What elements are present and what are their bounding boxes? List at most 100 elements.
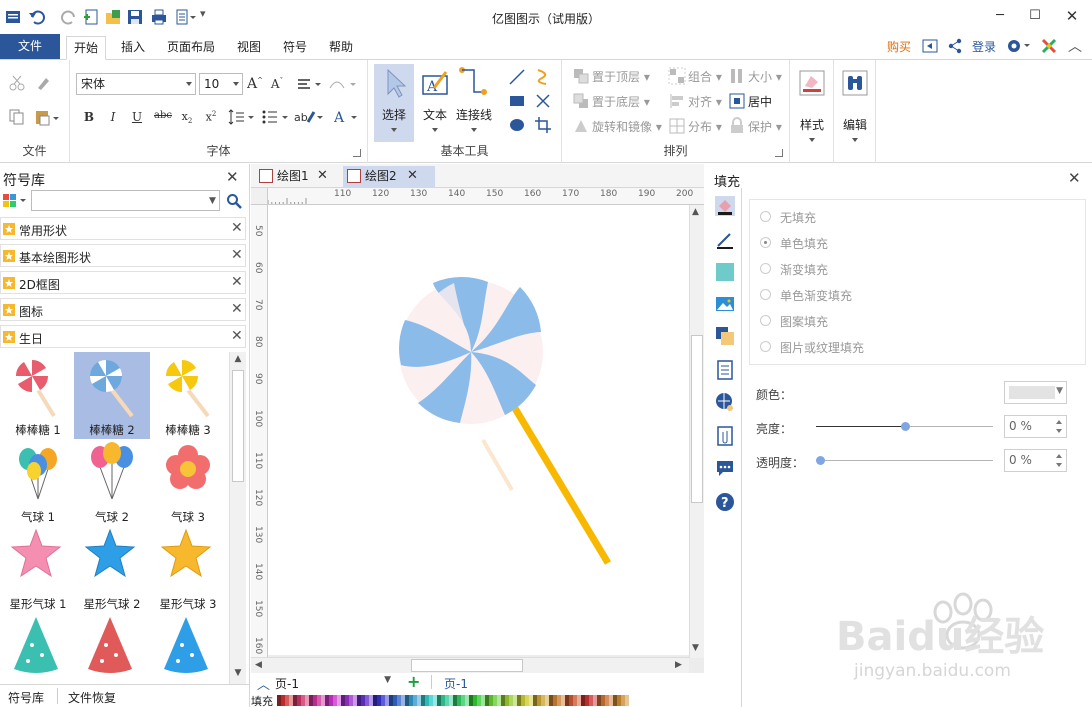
category-icons[interactable]: 图标 ✕ [0, 298, 246, 321]
shape-star-balloon-1[interactable]: 星形气球 1 [0, 526, 76, 613]
format-painter-icon[interactable] [34, 74, 52, 92]
bring-front-button[interactable]: 置于顶层 ▾ [592, 68, 650, 85]
cut-icon[interactable] [8, 74, 26, 92]
tab-file-recovery[interactable]: 文件恢复 [68, 689, 116, 706]
paste-icon[interactable] [34, 108, 60, 126]
center-button[interactable]: 居中 [748, 93, 772, 110]
curve-connector-icon[interactable] [534, 68, 552, 86]
bullet-list-icon[interactable] [261, 108, 289, 126]
rotate-mirror-icon[interactable] [572, 117, 590, 135]
close-window-button[interactable]: ✕ [1057, 6, 1087, 26]
protect-lock-icon[interactable] [728, 117, 746, 135]
page-tab-1[interactable]: 页-1 [444, 675, 468, 692]
shape-balloon-3[interactable]: 气球 3 [150, 439, 226, 526]
login-link[interactable]: 登录 [972, 38, 996, 56]
category-2d-block[interactable]: 2D框图 ✕ [0, 271, 246, 294]
canvas-vertical-scrollbar[interactable]: ▲ ▼ [689, 205, 704, 658]
doc-tab-close-icon[interactable]: ✕ [407, 166, 418, 186]
scroll-thumb[interactable] [411, 659, 523, 672]
color-picker[interactable]: ▼ [1004, 381, 1067, 404]
center-icon[interactable] [728, 92, 746, 110]
shape-party-hat-1[interactable] [0, 613, 76, 682]
protect-button[interactable]: 保护 ▾ [748, 118, 782, 135]
connector-tool-button[interactable]: 连接线 [454, 64, 494, 142]
page-select[interactable]: 页-1 ▼ [275, 675, 393, 691]
send-back-icon[interactable] [572, 92, 590, 110]
italic-button[interactable]: I [104, 110, 122, 124]
page-collapse-icon[interactable]: ︿ [257, 674, 270, 693]
radio-button[interactable] [760, 315, 771, 326]
rotate-mirror-button[interactable]: 旋转和镜像 ▾ [592, 118, 662, 135]
fill-bucket-icon[interactable] [715, 196, 735, 216]
help-icon[interactable]: ? [715, 492, 735, 512]
text-tool-button[interactable]: A 文本 [416, 64, 454, 142]
library-menu-icon[interactable] [2, 193, 28, 209]
scroll-left-arrow[interactable]: ◀ [255, 660, 262, 670]
bring-front-icon[interactable] [572, 67, 590, 85]
grow-font-button[interactable]: A^ [246, 76, 264, 92]
send-back-button[interactable]: 置于底层 ▾ [592, 93, 650, 110]
scroll-up-arrow[interactable]: ▲ [692, 207, 699, 217]
search-dropdown-icon[interactable]: ▼ [209, 196, 216, 206]
scroll-down-arrow[interactable]: ▼ [232, 668, 244, 680]
size-icon[interactable] [728, 67, 746, 85]
attachment-icon[interactable] [715, 426, 735, 446]
scroll-thumb[interactable] [691, 335, 703, 503]
bold-button[interactable]: B [80, 110, 98, 124]
tab-library[interactable]: 符号库 [8, 689, 44, 706]
category-basic-drawing[interactable]: 基本绘图形状 ✕ [0, 244, 246, 267]
library-close-button[interactable]: ✕ [226, 168, 239, 186]
superscript-button[interactable]: x2 [202, 110, 220, 124]
brightness-slider-thumb[interactable] [900, 422, 910, 431]
search-icon[interactable] [226, 193, 242, 209]
category-close-icon[interactable]: ✕ [231, 328, 243, 344]
transparency-slider[interactable] [816, 456, 993, 465]
size-button[interactable]: 大小 ▾ [748, 68, 782, 85]
radio-button[interactable] [760, 289, 771, 300]
shrink-font-button[interactable]: Aˇ [268, 77, 286, 91]
doc-tab-drawing1[interactable]: 绘图1 ✕ [255, 166, 337, 188]
distribute-button[interactable]: 分布 ▾ [688, 118, 722, 135]
palette-swatch[interactable] [625, 695, 629, 706]
font-color-icon[interactable]: A [332, 108, 360, 126]
shape-star-balloon-3[interactable]: 星形气球 3 [150, 526, 226, 613]
lollipop-drawing[interactable] [268, 205, 689, 655]
text-highlight-icon[interactable]: ab [294, 108, 324, 126]
font-size-select[interactable]: 10 [199, 73, 243, 95]
line-spacing-curve-icon[interactable] [328, 76, 358, 94]
category-birthday[interactable]: 生日 ✕ [0, 325, 246, 348]
shape-lollipop-2[interactable]: 棒棒糖 2 [74, 352, 150, 439]
edit-button[interactable]: 编辑 [835, 64, 875, 142]
crop-icon[interactable] [534, 116, 552, 134]
strikethrough-button[interactable]: abc [152, 110, 174, 121]
hyperlink-globe-icon[interactable] [715, 392, 735, 412]
align-button[interactable]: 对齐 ▾ [688, 93, 722, 110]
shape-party-hat-3[interactable] [150, 613, 226, 682]
line-spacing-icon[interactable] [227, 108, 255, 126]
style-button[interactable]: 样式 [792, 64, 832, 142]
shape-balloon-2[interactable]: 气球 2 [74, 439, 150, 526]
scroll-down-arrow[interactable]: ▼ [692, 643, 699, 653]
line-shape-icon[interactable] [508, 68, 526, 86]
minimize-button[interactable]: ─ [985, 6, 1015, 26]
layers-icon[interactable] [715, 326, 735, 346]
canvas-horizontal-scrollbar[interactable]: ◀ ▶ [251, 657, 689, 673]
tab-home[interactable]: 开始 [66, 36, 106, 60]
tab-view[interactable]: 视图 [230, 36, 268, 60]
lollipop-candy[interactable] [399, 277, 543, 424]
font-dialog-launcher[interactable] [353, 149, 361, 157]
radio-button[interactable] [760, 263, 771, 274]
category-common-shapes[interactable]: 常用形状 ✕ [0, 217, 246, 240]
comment-icon[interactable] [715, 458, 735, 478]
buy-link[interactable]: 购买 [887, 38, 911, 56]
line-style-icon[interactable] [715, 230, 735, 250]
paragraph-align-icon[interactable] [296, 76, 322, 94]
subscript-button[interactable]: x2 [178, 110, 196, 125]
shape-star-balloon-2[interactable]: 星形气球 2 [74, 526, 150, 613]
scroll-up-arrow[interactable]: ▲ [232, 354, 244, 366]
transparency-slider-thumb[interactable] [816, 456, 825, 465]
library-search-input[interactable] [31, 190, 220, 211]
shape-balloon-1[interactable]: 气球 1 [0, 439, 76, 526]
group-button[interactable]: 组合 ▾ [688, 68, 722, 85]
align-icon[interactable] [668, 92, 686, 110]
